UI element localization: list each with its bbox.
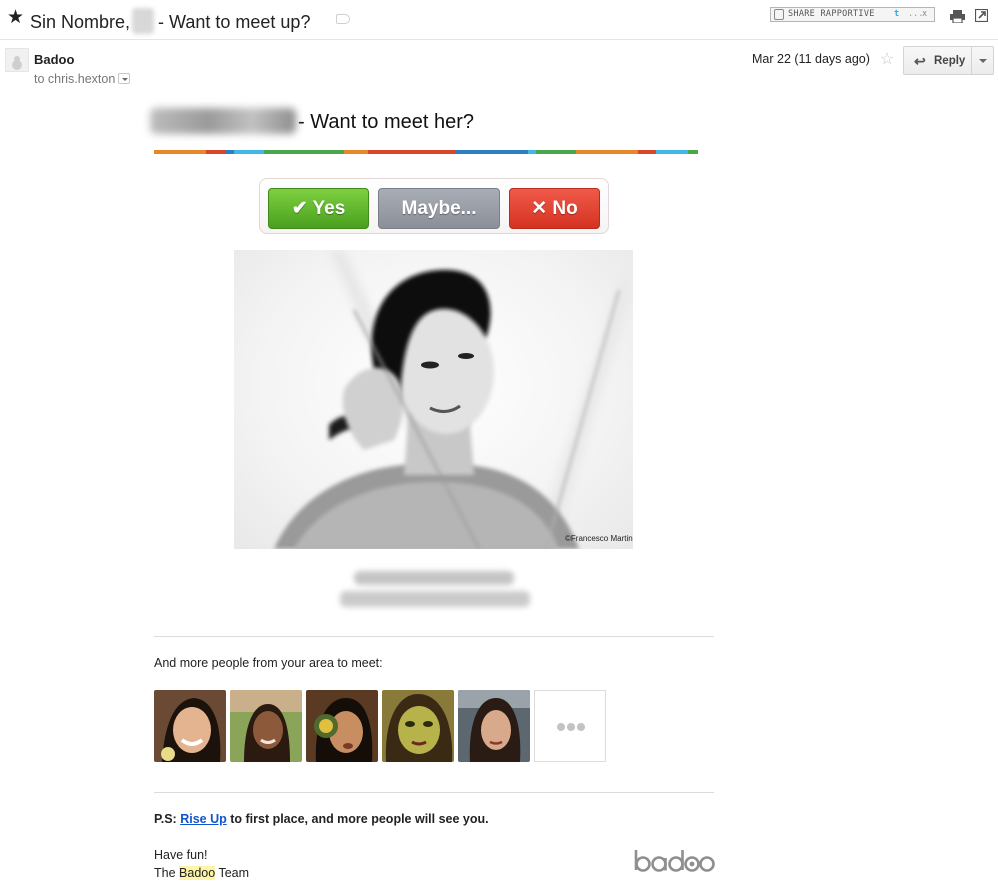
stripe-segment [206, 150, 226, 154]
share-rapportive-widget[interactable]: SHARE RAPPORTIVE t ... x [770, 7, 935, 22]
redacted-profile-info [354, 571, 514, 585]
more-dot [567, 723, 575, 731]
subject-bar: ★ Sin Nombre, - Want to meet up? SHARE RA… [0, 0, 998, 40]
reply-arrow-icon: ↩ [914, 53, 926, 69]
starred-icon[interactable]: ★ [7, 6, 24, 29]
sender-name[interactable]: Badoo [34, 52, 74, 67]
star-outline-icon[interactable]: ☆ [880, 49, 894, 69]
divider [154, 636, 714, 637]
redacted-name [132, 8, 155, 34]
team-brand: Badoo [179, 866, 216, 880]
divider [154, 792, 714, 793]
ps-prefix: P.S: [154, 812, 177, 826]
headline-text: - Want to meet her? [298, 111, 474, 133]
person-thumbnail[interactable] [382, 690, 454, 762]
ps-line: P.S: Rise Up to first place, and more pe… [154, 812, 489, 826]
have-fun-text: Have fun! [154, 848, 208, 862]
show-details-icon[interactable] [118, 73, 131, 84]
ps-suffix: to first place, and more people will see… [230, 812, 489, 826]
redacted-profile-details [340, 591, 530, 607]
print-icon[interactable] [950, 10, 965, 23]
reply-button[interactable]: ↩ Reply [903, 46, 972, 75]
team-prefix: The [154, 866, 176, 880]
person-thumbnail[interactable] [306, 690, 378, 762]
more-people-heading: And more people from your area to meet: [154, 656, 383, 670]
person-thumbnail[interactable] [230, 690, 302, 762]
stripe-segment [638, 150, 656, 154]
new-window-icon[interactable] [975, 9, 988, 22]
twitter-icon[interactable]: t [894, 8, 899, 21]
stripe-segment [154, 150, 206, 154]
stripe-segment [656, 150, 688, 154]
rise-up-link[interactable]: Rise Up [180, 812, 227, 826]
more-people-button[interactable] [534, 690, 606, 762]
signature: The Badoo Team [154, 866, 249, 880]
stripe-segment [264, 150, 344, 154]
stripe-segment [226, 150, 234, 154]
recipient-text: to chris.hexton [34, 72, 116, 86]
color-stripe [154, 150, 714, 154]
rapportive-close-icon[interactable]: x [922, 8, 927, 21]
stripe-segment [368, 150, 456, 154]
redacted-profile-name [150, 108, 296, 134]
rapportive-label: SHARE RAPPORTIVE [788, 9, 875, 19]
email-subject: Sin Nombre, - Want to meet up? [30, 8, 310, 34]
person-thumbnail[interactable] [458, 690, 530, 762]
team-suffix: Team [218, 866, 250, 880]
stripe-segment [536, 150, 576, 154]
stripe-segment [576, 150, 638, 154]
person-thumbnail-art [458, 690, 530, 762]
label-tag-icon[interactable] [336, 14, 350, 24]
subject-prefix: Sin Nombre, [30, 12, 131, 32]
message-date: Mar 22 (11 days ago) [752, 52, 870, 66]
profile-photo[interactable]: ©Francesco Martini fotografia [234, 250, 633, 549]
more-dot [577, 723, 585, 731]
rapportive-logo-icon [774, 9, 784, 20]
stripe-segment [456, 150, 528, 154]
reply-label: Reply [934, 55, 966, 67]
maybe-button[interactable]: Maybe... [378, 188, 500, 229]
sender-avatar [5, 48, 29, 72]
profile-photo-art [274, 250, 633, 549]
more-dot [557, 723, 565, 731]
more-actions-button[interactable] [971, 46, 994, 75]
person-thumbnail-art [306, 690, 378, 762]
stripe-segment [234, 150, 264, 154]
email-headline: - Want to meet her? [150, 108, 474, 134]
stripe-segment [528, 150, 536, 154]
badoo-logo[interactable] [633, 848, 715, 874]
recipient-line: to chris.hexton [34, 72, 131, 86]
no-button[interactable]: ✕ No [509, 188, 600, 229]
stripe-segment [344, 150, 368, 154]
yes-button[interactable]: ✔ Yes [268, 188, 369, 229]
person-thumbnail-art [382, 690, 454, 762]
person-thumbnail[interactable] [154, 690, 226, 762]
stripe-segment [688, 150, 698, 154]
person-thumbnail-art [230, 690, 302, 762]
person-thumbnail-art [154, 690, 226, 762]
photo-credit: ©Francesco Martini fotografia [565, 534, 633, 543]
subject-suffix: - Want to meet up? [158, 12, 311, 32]
